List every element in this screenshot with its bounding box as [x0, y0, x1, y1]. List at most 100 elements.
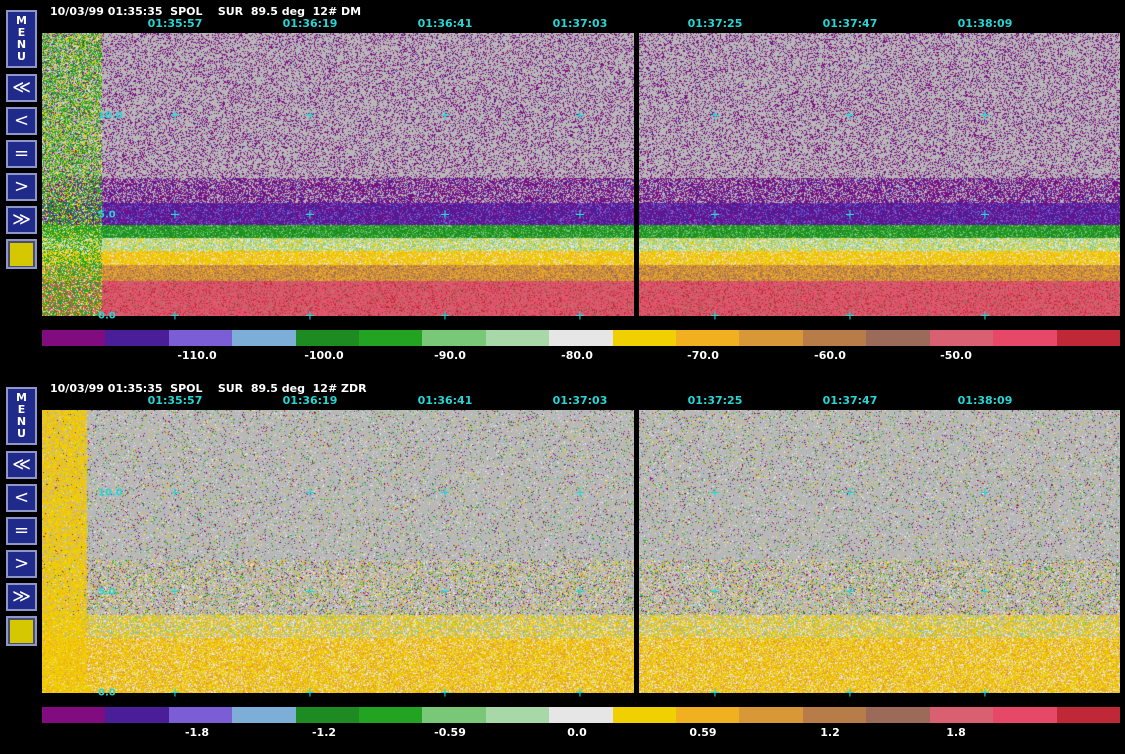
grid-tick-mark: +	[979, 207, 991, 223]
grid-tick-mark: +	[979, 108, 991, 124]
colorbar-zdr[interactable]	[42, 707, 1120, 723]
colorbar-segment	[549, 330, 613, 346]
colorbar-segment	[359, 707, 423, 723]
colorbar-segment	[866, 330, 930, 346]
colorbar-label: -1.8	[184, 726, 210, 739]
color-swatch-button[interactable]	[6, 616, 37, 646]
last-button[interactable]: ≫	[6, 583, 37, 611]
radar-plot-zdr[interactable]	[42, 410, 1120, 693]
colorbar-segment	[295, 707, 360, 723]
colorbar-segment	[232, 330, 296, 346]
color-swatch-button[interactable]	[6, 239, 37, 269]
plot-divider	[634, 33, 639, 316]
grid-tick-mark: +	[169, 685, 181, 701]
grid-tick-mark: +	[709, 584, 721, 600]
first-button[interactable]: ≪	[6, 74, 37, 102]
grid-tick-mark: +	[439, 308, 451, 324]
grid-tick-mark: +	[439, 584, 451, 600]
grid-tick-mark: +	[304, 207, 316, 223]
equal-button[interactable]: =	[6, 140, 37, 168]
colorbar-segment	[422, 707, 486, 723]
height-label: 10.0	[98, 110, 123, 122]
previous-button[interactable]: <	[6, 484, 37, 512]
colorbar-segment	[168, 707, 233, 723]
grid-tick-mark: +	[844, 584, 856, 600]
zdr-display-panel: M E N U ≪ < = > ≫ 10/03/99 01:35:35 SPOL…	[0, 377, 1125, 754]
time-label: 01:36:41	[417, 394, 473, 407]
colorbar-dm[interactable]	[42, 330, 1120, 346]
equal-button[interactable]: =	[6, 517, 37, 545]
grid-tick-mark: +	[574, 485, 586, 501]
grid-tick-mark: +	[304, 108, 316, 124]
colorbar-label: 1.8	[946, 726, 966, 739]
grid-tick-mark: +	[844, 685, 856, 701]
grid-tick-mark: +	[709, 685, 721, 701]
height-label: 5.0	[98, 586, 116, 598]
chevron-right-icon: >	[13, 553, 30, 574]
time-label: 01:36:41	[417, 17, 473, 30]
colorbar-segment	[549, 707, 613, 723]
colorbar-segment	[866, 707, 930, 723]
double-chevron-right-icon: ≫	[12, 586, 31, 607]
colorbar-segment	[359, 330, 423, 346]
height-label: 10.0	[98, 487, 123, 499]
time-label: 01:35:57	[147, 17, 203, 30]
time-label: 01:37:47	[822, 17, 878, 30]
grid-tick-mark: +	[709, 308, 721, 324]
colorbar-segment	[929, 330, 994, 346]
time-label: 01:36:19	[282, 394, 338, 407]
menu-button[interactable]: M E N U	[6, 387, 37, 445]
grid-tick-mark: +	[844, 108, 856, 124]
grid-tick-mark: +	[439, 207, 451, 223]
grid-tick-mark: +	[574, 584, 586, 600]
grid-tick-mark: +	[574, 207, 586, 223]
colorbar-segment	[1056, 707, 1120, 723]
radar-canvas	[42, 410, 1120, 693]
last-button[interactable]: ≫	[6, 206, 37, 234]
menu-button[interactable]: M E N U	[6, 10, 37, 68]
colorbar-segment	[993, 330, 1057, 346]
first-button[interactable]: ≪	[6, 451, 37, 479]
menu-letter: U	[17, 427, 26, 440]
grid-tick-mark: +	[979, 685, 991, 701]
colorbar-segment	[42, 707, 106, 723]
grid-tick-mark: +	[844, 308, 856, 324]
next-button[interactable]: >	[6, 550, 37, 578]
colorbar-segment	[105, 707, 169, 723]
time-label: 01:37:25	[687, 394, 743, 407]
double-chevron-left-icon: ≪	[12, 454, 31, 475]
colorbar-segment	[485, 330, 550, 346]
grid-tick-mark: +	[709, 108, 721, 124]
chevron-left-icon: <	[13, 487, 30, 508]
chevron-left-icon: <	[13, 110, 30, 131]
time-label: 01:38:09	[957, 394, 1013, 407]
time-label: 01:37:25	[687, 17, 743, 30]
colorbar-segment	[105, 330, 169, 346]
equals-icon: =	[13, 143, 30, 164]
grid-tick-mark: +	[439, 108, 451, 124]
color-swatch	[10, 619, 33, 643]
grid-tick-mark: +	[304, 485, 316, 501]
grid-tick-mark: +	[169, 584, 181, 600]
grid-tick-mark: +	[304, 584, 316, 600]
chevron-right-icon: >	[13, 176, 30, 197]
colorbar-label: 1.2	[820, 726, 840, 739]
height-label: 0.0	[98, 687, 116, 699]
grid-tick-mark: +	[304, 685, 316, 701]
time-label: 01:37:03	[552, 17, 608, 30]
plot-divider	[634, 410, 639, 693]
equals-icon: =	[13, 520, 30, 541]
grid-tick-mark: +	[979, 308, 991, 324]
colorbar-segment	[739, 330, 803, 346]
colorbar-segment	[1056, 330, 1120, 346]
time-label: 01:37:47	[822, 394, 878, 407]
previous-button[interactable]: <	[6, 107, 37, 135]
colorbar-segment	[295, 330, 360, 346]
height-label: 0.0	[98, 310, 116, 322]
time-label: 01:37:03	[552, 394, 608, 407]
grid-tick-mark: +	[169, 207, 181, 223]
colorbar-label: -90.0	[434, 349, 466, 362]
height-label: 5.0	[98, 209, 116, 221]
next-button[interactable]: >	[6, 173, 37, 201]
radar-plot-dm[interactable]	[42, 33, 1120, 316]
